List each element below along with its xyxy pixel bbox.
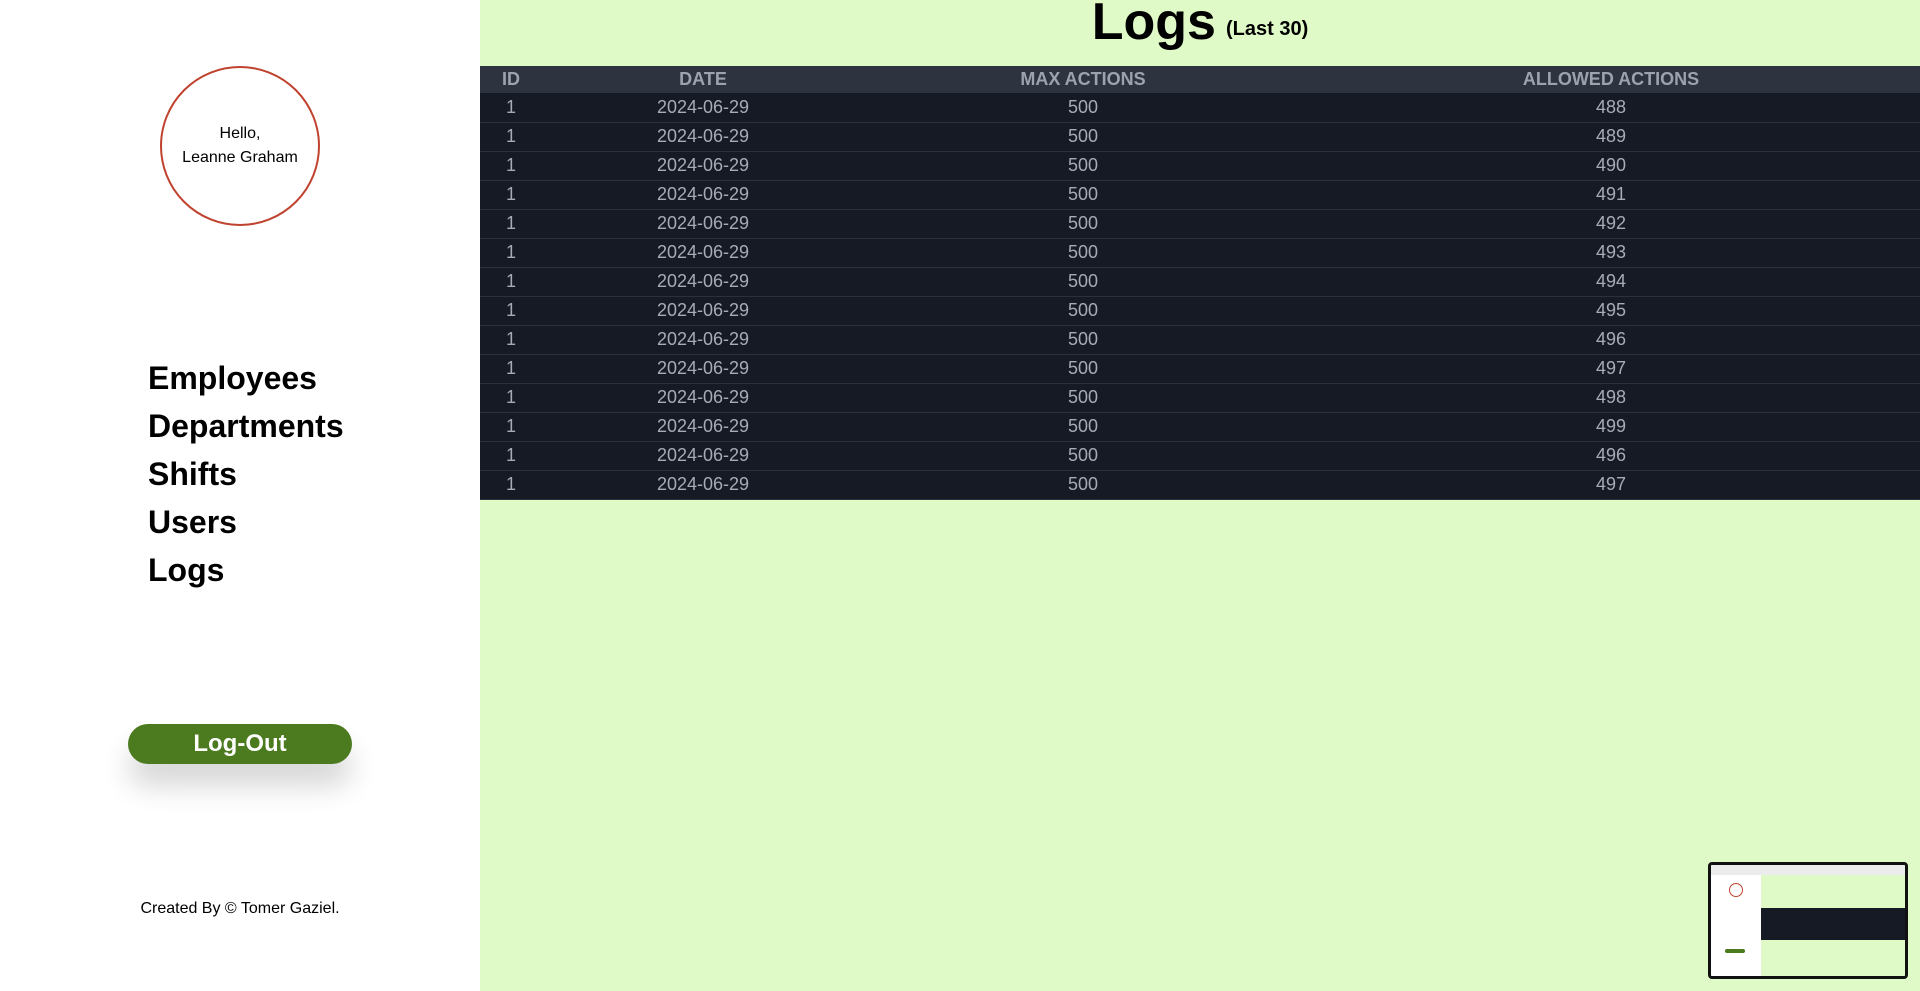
cell-id: 1 xyxy=(480,238,542,268)
cell-allowed-actions: 491 xyxy=(1302,180,1920,210)
table-row: 1 2024-06-29 500 488 xyxy=(480,93,1920,123)
cell-allowed-actions: 490 xyxy=(1302,151,1920,181)
cell-date: 2024-06-29 xyxy=(542,151,864,181)
cell-allowed-actions: 493 xyxy=(1302,238,1920,268)
cell-id: 1 xyxy=(480,383,542,413)
cell-date: 2024-06-29 xyxy=(542,325,864,355)
table-row: 1 2024-06-29 500 497 xyxy=(480,354,1920,384)
cell-max-actions: 500 xyxy=(864,151,1302,181)
cell-date: 2024-06-29 xyxy=(542,412,864,442)
main-nav: Employees Departments Shifts Users Logs xyxy=(148,354,344,594)
column-header-allowed-actions: ALLOWED ACTIONS xyxy=(1302,66,1920,93)
logs-table: ID DATE MAX ACTIONS ALLOWED ACTIONS 1 202… xyxy=(480,66,1920,500)
cell-max-actions: 500 xyxy=(864,470,1302,500)
cell-date: 2024-06-29 xyxy=(542,383,864,413)
cell-max-actions: 500 xyxy=(864,441,1302,471)
cell-date: 2024-06-29 xyxy=(542,209,864,239)
cell-id: 1 xyxy=(480,267,542,297)
thumbnail-logout-button xyxy=(1725,949,1745,953)
nav-item-departments[interactable]: Departments xyxy=(148,402,344,450)
cell-allowed-actions: 498 xyxy=(1302,383,1920,413)
table-row: 1 2024-06-29 500 496 xyxy=(480,441,1920,471)
cell-max-actions: 500 xyxy=(864,180,1302,210)
cell-max-actions: 500 xyxy=(864,122,1302,152)
cell-allowed-actions: 496 xyxy=(1302,441,1920,471)
nav-item-users[interactable]: Users xyxy=(148,498,344,546)
screen-preview-thumbnail xyxy=(1708,862,1908,979)
cell-id: 1 xyxy=(480,209,542,239)
page-header: Logs (Last 30) xyxy=(480,0,1920,48)
cell-date: 2024-06-29 xyxy=(542,180,864,210)
cell-allowed-actions: 495 xyxy=(1302,296,1920,326)
cell-allowed-actions: 497 xyxy=(1302,470,1920,500)
footer-credit: Created By © Tomer Gaziel. xyxy=(140,900,340,917)
cell-id: 1 xyxy=(480,441,542,471)
cell-max-actions: 500 xyxy=(864,412,1302,442)
cell-id: 1 xyxy=(480,296,542,326)
cell-id: 1 xyxy=(480,470,542,500)
column-header-date: DATE xyxy=(542,66,864,93)
cell-date: 2024-06-29 xyxy=(542,441,864,471)
cell-max-actions: 500 xyxy=(864,383,1302,413)
cell-date: 2024-06-29 xyxy=(542,470,864,500)
logout-button[interactable]: Log-Out xyxy=(128,724,352,764)
table-row: 1 2024-06-29 500 493 xyxy=(480,238,1920,268)
cell-max-actions: 500 xyxy=(864,296,1302,326)
main-content: Logs (Last 30) ID DATE MAX ACTIONS ALLOWE… xyxy=(480,0,1920,991)
cell-date: 2024-06-29 xyxy=(542,238,864,268)
table-header-row: ID DATE MAX ACTIONS ALLOWED ACTIONS xyxy=(480,66,1920,93)
column-header-max-actions: MAX ACTIONS xyxy=(864,66,1302,93)
table-row: 1 2024-06-29 500 498 xyxy=(480,383,1920,413)
table-row: 1 2024-06-29 500 497 xyxy=(480,470,1920,500)
nav-item-logs[interactable]: Logs xyxy=(148,546,344,594)
cell-allowed-actions: 489 xyxy=(1302,122,1920,152)
cell-id: 1 xyxy=(480,93,542,123)
thumbnail-table xyxy=(1761,908,1905,940)
nav-item-shifts[interactable]: Shifts xyxy=(148,450,344,498)
cell-allowed-actions: 497 xyxy=(1302,354,1920,384)
cell-date: 2024-06-29 xyxy=(542,122,864,152)
nav-item-employees[interactable]: Employees xyxy=(148,354,344,402)
cell-id: 1 xyxy=(480,412,542,442)
cell-date: 2024-06-29 xyxy=(542,296,864,326)
greeting-circle: Hello, Leanne Graham xyxy=(160,66,320,226)
thumbnail-browser-bar xyxy=(1711,865,1905,875)
column-header-id: ID xyxy=(480,66,542,93)
cell-id: 1 xyxy=(480,180,542,210)
table-row: 1 2024-06-29 500 496 xyxy=(480,325,1920,355)
cell-allowed-actions: 496 xyxy=(1302,325,1920,355)
table-row: 1 2024-06-29 500 490 xyxy=(480,151,1920,181)
cell-id: 1 xyxy=(480,354,542,384)
table-row: 1 2024-06-29 500 494 xyxy=(480,267,1920,297)
cell-max-actions: 500 xyxy=(864,325,1302,355)
cell-max-actions: 500 xyxy=(864,93,1302,123)
cell-date: 2024-06-29 xyxy=(542,93,864,123)
cell-id: 1 xyxy=(480,325,542,355)
table-row: 1 2024-06-29 500 499 xyxy=(480,412,1920,442)
cell-date: 2024-06-29 xyxy=(542,354,864,384)
cell-max-actions: 500 xyxy=(864,209,1302,239)
table-row: 1 2024-06-29 500 491 xyxy=(480,180,1920,210)
cell-allowed-actions: 492 xyxy=(1302,209,1920,239)
cell-id: 1 xyxy=(480,151,542,181)
greeting-user-name: Leanne Graham xyxy=(182,149,298,166)
greeting-hello: Hello, xyxy=(219,125,261,142)
table-row: 1 2024-06-29 500 492 xyxy=(480,209,1920,239)
logs-table-body: 1 2024-06-29 500 488 1 2024-06-29 500 489 1 2024-… xyxy=(480,93,1920,500)
page-title: Logs xyxy=(1091,0,1216,51)
cell-date: 2024-06-29 xyxy=(542,267,864,297)
cell-max-actions: 500 xyxy=(864,354,1302,384)
cell-allowed-actions: 499 xyxy=(1302,412,1920,442)
cell-allowed-actions: 494 xyxy=(1302,267,1920,297)
table-row: 1 2024-06-29 500 489 xyxy=(480,122,1920,152)
cell-allowed-actions: 488 xyxy=(1302,93,1920,123)
sidebar: Hello, Leanne Graham Employees Departmen… xyxy=(0,0,480,991)
page-subtitle: (Last 30) xyxy=(1225,18,1309,40)
thumbnail-greeting-circle xyxy=(1729,883,1743,897)
table-row: 1 2024-06-29 500 495 xyxy=(480,296,1920,326)
cell-max-actions: 500 xyxy=(864,238,1302,268)
cell-id: 1 xyxy=(480,122,542,152)
cell-max-actions: 500 xyxy=(864,267,1302,297)
